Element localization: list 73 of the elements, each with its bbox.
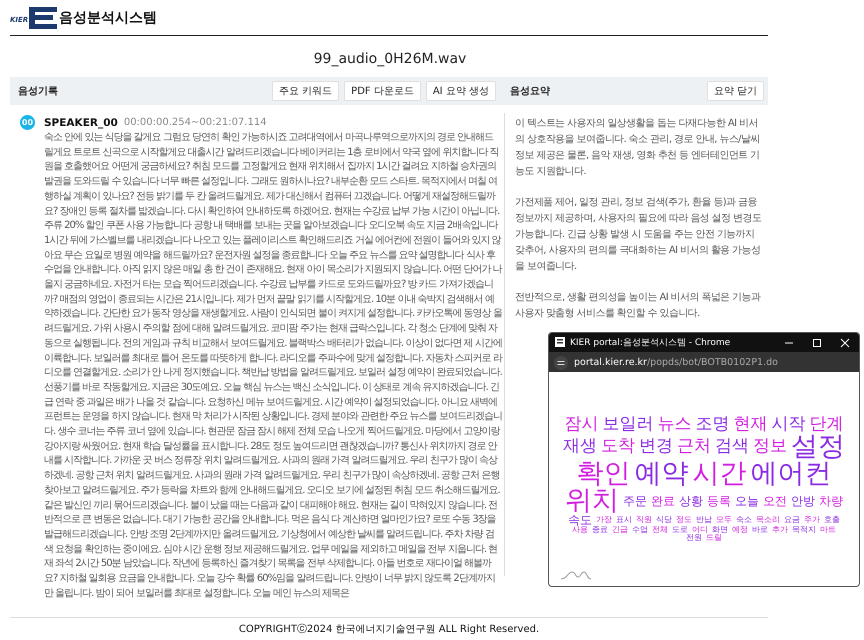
speaker-badge: 00 xyxy=(20,115,35,130)
cloud-word: 정보 xyxy=(753,438,787,455)
cloud-word: 전원 xyxy=(686,534,702,542)
cloud-word: 추가 xyxy=(772,526,788,534)
cloud-word: 등록 xyxy=(707,494,731,506)
cloud-word: 가장 xyxy=(596,516,612,524)
cloud-word: 도로 xyxy=(672,526,688,534)
cloud-word: 에어컨 xyxy=(750,460,832,487)
cloud-word: 호출 xyxy=(824,516,840,524)
cloud-word: 종료 xyxy=(592,526,608,534)
cloud-word: 전체 xyxy=(652,526,668,534)
cloud-word: 완료 xyxy=(651,494,675,506)
section-label: 음성요약 xyxy=(510,85,550,98)
cloud-word: 숙소 xyxy=(736,516,752,524)
cloud-word: 확인 xyxy=(576,460,630,487)
section-label: 음성기록 xyxy=(18,85,58,98)
close-summary-button[interactable]: 요약 닫기 xyxy=(706,81,764,101)
footer-text: COPYRIGHTⓒ2024 한국에너지기술연구원 ALL Right Reserved. xyxy=(10,617,768,640)
cloud-word: 도착 xyxy=(601,438,635,455)
cloud-word: 시작 xyxy=(772,416,806,433)
timestamp: 00:00:00.254~00:21:07.114 xyxy=(124,117,267,128)
cloud-word: 뉴스 xyxy=(658,416,692,433)
toolbar-button[interactable]: 주요 키워드 xyxy=(272,81,340,101)
cloud-word: 드릴 xyxy=(706,534,722,542)
cloud-word: 긴급 xyxy=(612,526,628,534)
cloud-word: 조명 xyxy=(696,416,730,433)
cloud-word: 예약 xyxy=(634,460,688,487)
cloud-word: 직원 xyxy=(636,516,652,524)
cloud-word: 근처 xyxy=(677,438,711,455)
summary-paragraph: 가전제품 제어, 일정 관리, 정보 검색(주가, 환율 등)과 금융 정보까지 제공하며, 사용자의 필요에 따라 음성 설정 변경도 가능합니다. 긴급 상황 발생 시 도움을 주는 안전 기능까지 갖추어, 사용자의 편의를 극대화하는 AI 비서의 활용 가능성을 보여줍니다. xyxy=(515,196,762,274)
cloud-word: 화면 xyxy=(712,526,728,534)
cloud-word: 수업 xyxy=(632,526,648,534)
cloud-word: 식당 xyxy=(656,516,672,524)
window-title: KIER portal:음성분석시스템 - Chrome xyxy=(570,337,732,349)
cloud-word: 모두 xyxy=(716,516,732,524)
cloud-word: 반납 xyxy=(696,516,712,524)
cloud-word: 안방 xyxy=(791,494,815,506)
toolbar-button[interactable]: AI 요약 생성 xyxy=(426,81,496,101)
cloud-word: 검색 xyxy=(715,438,749,455)
cloud-word: 사용 xyxy=(572,526,588,534)
cloud-word: 위치 xyxy=(565,487,619,514)
cloud-word: 재생 xyxy=(563,438,597,455)
cloud-word: 정도 xyxy=(676,516,692,524)
cloud-word: 상황 xyxy=(679,494,703,506)
speaker-name: SPEAKER_00 xyxy=(44,116,118,128)
cloud-word: 잠시 xyxy=(564,416,598,433)
cloud-word: 설정 xyxy=(791,433,845,460)
app-title: 음성분석시스템 xyxy=(59,8,158,26)
cloud-word: 오늘 xyxy=(735,494,759,506)
cloud-word: 주문 xyxy=(623,494,647,506)
cloud-word: 어디 xyxy=(692,526,708,534)
toolbar-button[interactable]: PDF 다운로드 xyxy=(344,81,421,101)
cloud-word: 표시 xyxy=(616,516,632,524)
cloud-word: 시간 xyxy=(692,460,746,487)
cloud-word: 목적지 xyxy=(792,526,816,534)
cloud-word: 요금 xyxy=(784,516,800,524)
cloud-word: 바로 xyxy=(752,526,768,534)
cloud-word: 단계 xyxy=(810,416,844,433)
cloud-word: 현재 xyxy=(734,416,768,433)
transcript-text: 숙소 안에 있는 식당을 갈게요 그럼요 당연히 확인 가능하시죠 고려대역에서 마곡나루역으로까지의 경로 안내해드릴게요 트로트 신곡으로 시작할게요 대출시간 알려드리겠습니다 베이커리는 1층 로비에서 약국 옆에 위치합니다 직원을 호출했어요 어떤게 궁금하세요? 취침 모드를 고정할게요 현재 위치해서 집까지 1시간 걸려요 지하철 승차권의 발권을 도와드릴 수 있습니다 너무 빠른 설정입니다. 그래도 원하시나요? 내부순환 모드 스타트. 목적지에서 며칠 여행하실 계획이 있나요? 전등 밝기를 두 칸 올려드릴게요. 제가 대신해서 컴퓨터 끄겠습니다. 어떻게 재설정해드릴까요? 장애인 등록 절차를 밟겠습니다. 다시 확인하여 안내하도록 하겠어요. 현재는 수강료 납부 가능 시간이 아닙니다. 주류 20% 할인 쿠폰 사용 가능합니다 공항 내 택배를 보내는 곳을 알아보겠습니다 오디오북 속도 지금 2배속입니다 1시간 뒤에 가스벨브를 내리겠습니다 나오고 있는 플레이리스트 확인해드리죠 거실 에어컨에 전원이 들어와 있지 않아요 무슨 요일로 병원 예약을 해드릴까요? 운전자원 설정을 종료합니다 오늘 주요 뉴스를 요약 설명합니다 식사 후 수업을 안내합니다. 아직 읽지 않은 매일 총 한 건이 존재해요. 현재 아이 목소리가 지원되지 않습니다. 어떤 단어가 나올지 궁금하네요. 자전거 타는 모습 찍어드리겠습니다. 수강료 납부를 카드로 도와드릴까요? 방 카드 가져가겠습니까? 매점의 영업이 종료되는 시간은 21시입니다. 제가 먼저 끝말 읽기를 시작할게요. 10분 이내 숙박지 검색해서 예약하겠습니다. 간단한 요가 동작 영상을 재생할게요. 사람이 인식되면 불이 켜지게 설정합니다. 카카오톡에 동영상 올려드릴게요. 가위 사용시 주의할 점에 대해 알려드릴게요. 코미팜 주가는 현재 급락스입니다. 각 청소 단계에 맞춰 자동으로 실행됩니다. 전의 게임과 규칙 비교해서 보여드릴게요. 블랙박스 배터리가 없습니다. 이상이 없다면 제 시간에 이륙합니다. 보일러를 최대로 틀어 온도를 따뜻하게 합니다. 라디오를 주파수에 맞게 설정합니다. 자동차 스피커로 라디오를 연결할게요. 소리가 안 나게 정지했습니다. 책반납 방법을 알려드릴게요. 보일러 설정 예약이 완료되었습니다. 선풍기를 바로 작동할게요. 지금은 30도예요. 오늘 핵심 뉴스는 백신 소식입니다. 이 상태로 계속 유지하겠습니다. 긴급 연락 중 과일은 배가 나올 것 같습니다. 요청하신 메뉴 보여드릴게요. 시간 예약이 설정되었습니다. 아니요 새벽에 프런트는 운영을 하지 않습니다. 현재 막 처리가 시작된 상황입니다. 경제 분야와 관련한 주요 뉴스를 보여드리겠습니다. 생수 코너는 주류 코너 옆에 있습니다. 현관문 잠금 잠시 해제 전체 모습 나오게 찍어드릴게요. 마당에서 고양이랑 강아지랑 싸웠어요. 현재 학습 달성률을 표시합니다. 28도 정도 높여드리면 괜찮겠습니까? 통신사 위치까지 경로 안내를 시작합니다. 가까운 곳 버스 정류장 위치 알려드릴게요. 사과의 원래 가격 알려드릴게요. 우리 친구가 많이 속상하겠네. 공항 근처 위치 알려드릴게요. 사과의 원래 가격 알려드릴게요. 우리 친구가 많이 속상하겠네. 공항 근처 은행 찾아보고 알려드릴게요. 주가 등락을 차트와 함께 안내해드릴게요. 오디오 보기에 설정된 취침 모드 취소해드릴게요. 같은 발신인 끼리 묶어드리겠습니다. 불이 났을 때는 다음과 같이 대피해야 해요. 현재는 길이 막혀있지 않습니다. 전반적으로 큰 변동은 없습니다. 대기 가능한 공간을 안내합니다. 먹은 음식 다 계산하면 얼마인가요? 로또 수동 3장을 발급해드리겠습니다. 안방 조명 2단계까지만 올려드릴게요. 기상청에서 예상한 날씨를 알려드립니다. 주차 차량 검색 요청을 확인하는 중이에요. 심야 시간 운행 정보 제공해드릴게요. 업무 메일을 제외하고 메일을 전부 지웁니다. 현재 좌석 2시간 50분 남았습니다. 작년에 등록하신 즐겨찾기 목록을 전부 삭제합니다. 아들 번호로 재다이얼 해볼까요? 지하철 일회용 요금을 안내합니다. 오늘 강수 확률 60%임을 알려드립니다. 안방이 너무 밝지 않도록 2단계까지만 올립니다. 밤이 되어 보일러를 최대로 설정합니다. 오늘 메인 뉴스의 제목은 xyxy=(44,131,502,601)
summary-paragraph: 전반적으로, 생활 편의성을 높이는 AI 비서의 폭넓은 기능과 사용자 맞춤형 서비스를 확인할 수 있습니다. xyxy=(515,291,762,321)
cloud-word: 예정 xyxy=(732,526,748,534)
cloud-word: 목소리 xyxy=(756,516,780,524)
cloud-word: 차량 xyxy=(819,494,843,506)
summary-paragraph: 이 텍스트는 사용자의 일상생활을 돕는 다재다능한 AI 비서의 상호작용을 보여줍니다. 숙소 관리, 경로 안내, 뉴스/날씨 정보 제공은 물론, 음악 재생, 영화 추천 등 엔터테인먼트 기능도 지원합니다. xyxy=(515,117,761,179)
cloud-word: 보일러 xyxy=(602,416,654,433)
file-name: 99_audio_0H26M.wav xyxy=(312,51,468,69)
cloud-word: 변경 xyxy=(639,438,673,455)
kier-logo-icon xyxy=(29,6,58,30)
cloud-word: 오전 xyxy=(763,494,787,506)
cloud-word: 속도 xyxy=(568,514,592,526)
cloud-word: 주가 xyxy=(804,516,820,524)
cloud-word: 마트 xyxy=(820,526,836,534)
